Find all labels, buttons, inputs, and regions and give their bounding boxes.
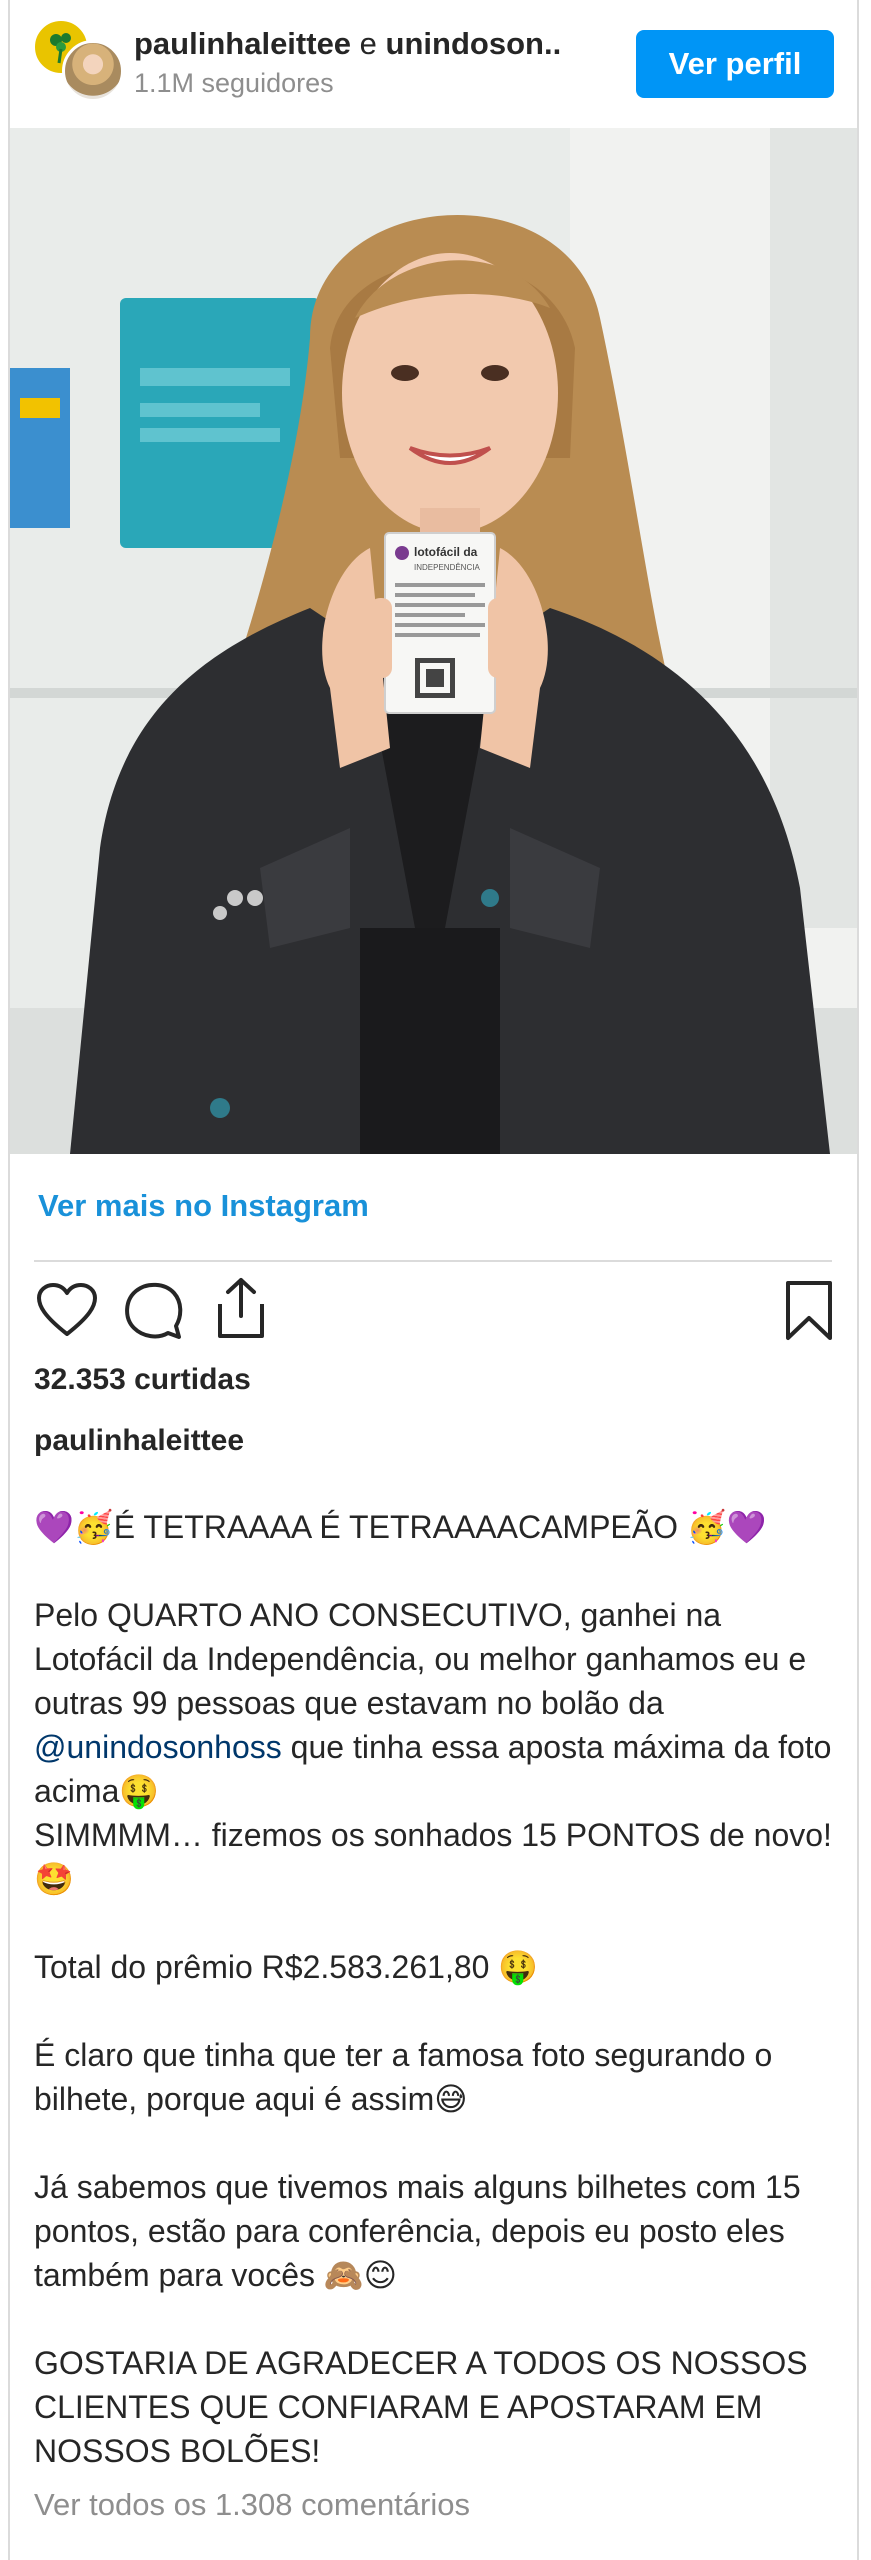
caption-paragraph-2: É claro que tinha que ter a famosa foto … — [34, 2037, 773, 2117]
follower-count: 1.1M seguidores — [134, 68, 334, 98]
avatar-paulinhaleittee[interactable] — [62, 40, 124, 102]
post-photo[interactable]: lotofácil da INDEPENDÊNCIA — [10, 128, 857, 1154]
ticket-brand: lotofácil da — [414, 545, 478, 559]
divider — [34, 1260, 832, 1262]
see-more-on-instagram-link[interactable]: Ver mais no Instagram — [38, 1188, 369, 1224]
caption-paragraph-3: Já sabemos que tivemos mais alguns bilhe… — [34, 2169, 801, 2293]
ticket-sub: INDEPENDÊNCIA — [414, 563, 480, 572]
like-count[interactable]: 32.353 curtidas — [34, 1363, 251, 1397]
caption-author[interactable]: paulinhaleittee — [34, 1424, 244, 1458]
heart-icon[interactable] — [36, 1282, 98, 1338]
author-2[interactable]: unindoson.. — [386, 26, 562, 61]
post-header: paulinhaleittee e unindoson.. 1.1M segui… — [10, 0, 857, 128]
authors-conjunction: e — [359, 26, 377, 61]
author-1[interactable]: paulinhaleittee — [134, 26, 351, 61]
mention-link[interactable]: @unindosonhoss — [34, 1729, 282, 1765]
post-authors[interactable]: paulinhaleittee e unindoson.. — [134, 26, 561, 62]
bookmark-icon[interactable] — [784, 1280, 834, 1342]
view-all-comments-link[interactable]: Ver todos os 1.308 comentários — [34, 2487, 470, 2523]
photo-illustration: lotofácil da INDEPENDÊNCIA — [10, 128, 857, 1154]
action-bar — [10, 1270, 857, 1350]
comment-icon[interactable] — [122, 1280, 184, 1342]
caption-text: SIMMMM… fizemos os sonhados 15 PONTOS de… — [34, 1817, 832, 1897]
avatar-group[interactable] — [32, 18, 132, 104]
caption-headline: 💜🥳É TETRAAAA É TETRAAAACAMPEÃO 🥳💜 — [34, 1509, 767, 1545]
caption-prize-total: Total do prêmio R$2.583.261,80 🤑 — [34, 1949, 539, 1985]
view-profile-button[interactable]: Ver perfil — [636, 30, 834, 98]
caption-paragraph-1: Pelo QUARTO ANO CONSECUTIVO, ganhei na L… — [34, 1593, 844, 1901]
post-caption: 💜🥳É TETRAAAA É TETRAAAACAMPEÃO 🥳💜 Pelo Q… — [34, 1505, 844, 2517]
caption-paragraph-4: GOSTARIA DE AGRADECER A TODOS OS NOSSOS … — [34, 2345, 808, 2469]
instagram-embed-card: paulinhaleittee e unindoson.. 1.1M segui… — [8, 0, 859, 2560]
share-icon[interactable] — [210, 1276, 272, 1340]
caption-text: Pelo QUARTO ANO CONSECUTIVO, ganhei na L… — [34, 1597, 807, 1721]
